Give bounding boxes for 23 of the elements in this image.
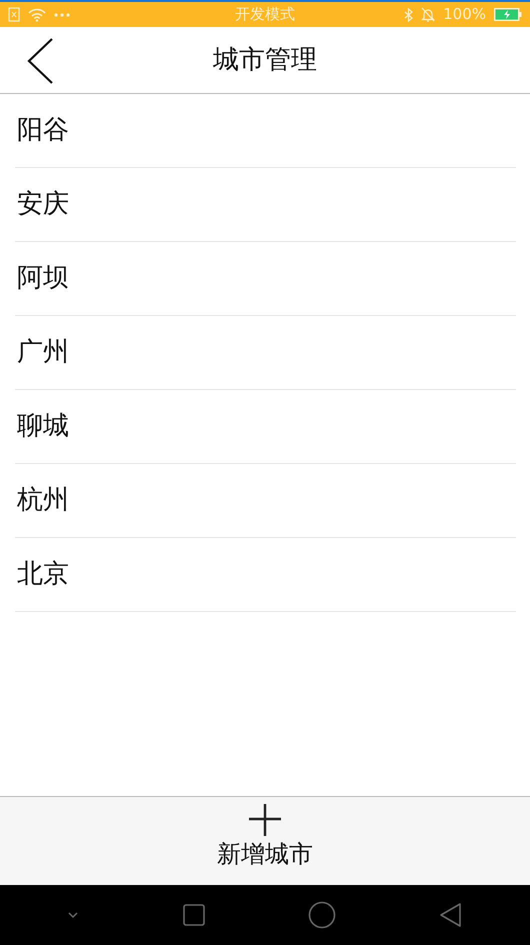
recent-apps-icon[interactable] — [182, 903, 206, 927]
city-item[interactable]: 广州 — [15, 316, 516, 390]
city-item[interactable]: 杭州 — [15, 464, 516, 538]
battery-percent: 100% — [443, 4, 486, 26]
city-item[interactable]: 阳谷 — [15, 94, 516, 168]
sim-card-icon — [8, 7, 20, 22]
city-item[interactable]: 聊城 — [15, 390, 516, 464]
city-item[interactable]: 阿坝 — [15, 242, 516, 316]
add-city-button[interactable]: 新增城市 — [207, 797, 323, 874]
status-mode-text: 开发模式 — [235, 4, 295, 26]
battery-charging-icon — [494, 8, 522, 21]
bluetooth-icon — [404, 8, 414, 22]
more-icon — [54, 12, 70, 16]
back-nav-icon[interactable] — [438, 902, 463, 928]
home-icon[interactable] — [308, 901, 336, 929]
plus-icon — [248, 803, 282, 837]
page-title: 城市管理 — [213, 44, 317, 76]
city-item[interactable]: 北京 — [15, 538, 516, 612]
bell-muted-icon — [421, 7, 436, 22]
city-item[interactable]: 安庆 — [15, 168, 516, 242]
back-icon[interactable] — [26, 37, 54, 85]
wifi-icon — [28, 8, 46, 22]
collapse-icon[interactable] — [67, 911, 80, 919]
